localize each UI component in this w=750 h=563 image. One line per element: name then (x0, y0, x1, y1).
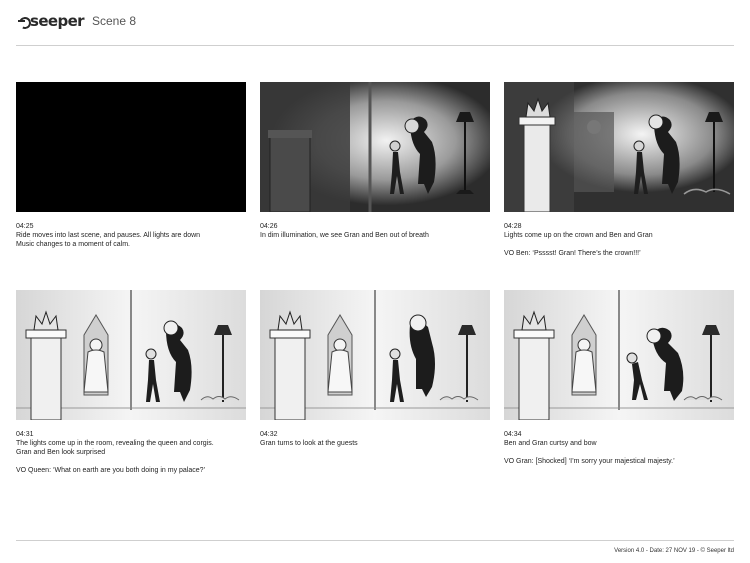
panel-voiceover: VO Queen: ‘What on earth are you both do… (16, 467, 206, 474)
panel-voiceover: VO Ben: ‘Psssst! Gran! There’s the crown… (504, 250, 641, 257)
panel-description: Ben and Gran curtsy and bow (504, 440, 597, 447)
panel-description: The lights come up in the room, revealin… (16, 440, 214, 447)
panel-image-dim-illumination (260, 82, 490, 212)
logo-mark-icon (18, 16, 29, 27)
logo-text: seeper (30, 12, 85, 30)
panel-timecode: 04:28 (504, 223, 522, 230)
panel-image-black (16, 82, 246, 212)
storyboard-panel-4: 04:31 The lights come up in the room, re… (16, 290, 246, 475)
storyboard-panel-5: 04:32 Gran turns to look at the guests (260, 290, 490, 448)
panel-image-curtsy-and-bow (504, 290, 734, 420)
panel-timecode: 04:26 (260, 223, 278, 230)
footer-version-info: Version 4.0 - Date: 27 NOV 19 - © Seeper… (614, 548, 734, 554)
panel-description: Gran and Ben look surprised (16, 449, 106, 456)
header-divider (16, 45, 734, 46)
panel-description: Ride moves into last scene, and pauses. … (16, 232, 201, 239)
page-header: seeper Scene 8 (0, 0, 750, 46)
panel-timecode: 04:31 (16, 431, 34, 438)
storyboard-panel-1: 04:25 Ride moves into last scene, and pa… (16, 82, 246, 249)
panel-timecode: 04:32 (260, 431, 278, 438)
panel-image-room-revealed (16, 290, 246, 420)
panel-timecode: 04:25 (16, 223, 34, 230)
panel-timecode: 04:34 (504, 431, 522, 438)
storyboard-panel-2: 04:26 In dim illumination, we see Gran a… (260, 82, 490, 240)
storyboard-panel-3: 04:28 Lights come up on the crown and Be… (504, 82, 734, 258)
scene-title: Scene 8 (92, 14, 137, 28)
storyboard-panel-6: 04:34 Ben and Gran curtsy and bow VO Gra… (504, 290, 734, 466)
footer-divider (16, 540, 734, 541)
panel-voiceover: VO Gran: [Shocked] ‘I’m sorry your majes… (504, 458, 675, 465)
panel-description: In dim illumination, we see Gran and Ben… (260, 232, 429, 239)
panel-description: Lights come up on the crown and Ben and … (504, 232, 653, 239)
seeper-logo: seeper (18, 12, 85, 30)
panel-description: Gran turns to look at the guests (260, 440, 358, 447)
panel-image-lights-on-crown (504, 82, 734, 212)
panel-image-gran-turns (260, 290, 490, 420)
panel-description: Music changes to a moment of calm. (16, 241, 130, 248)
